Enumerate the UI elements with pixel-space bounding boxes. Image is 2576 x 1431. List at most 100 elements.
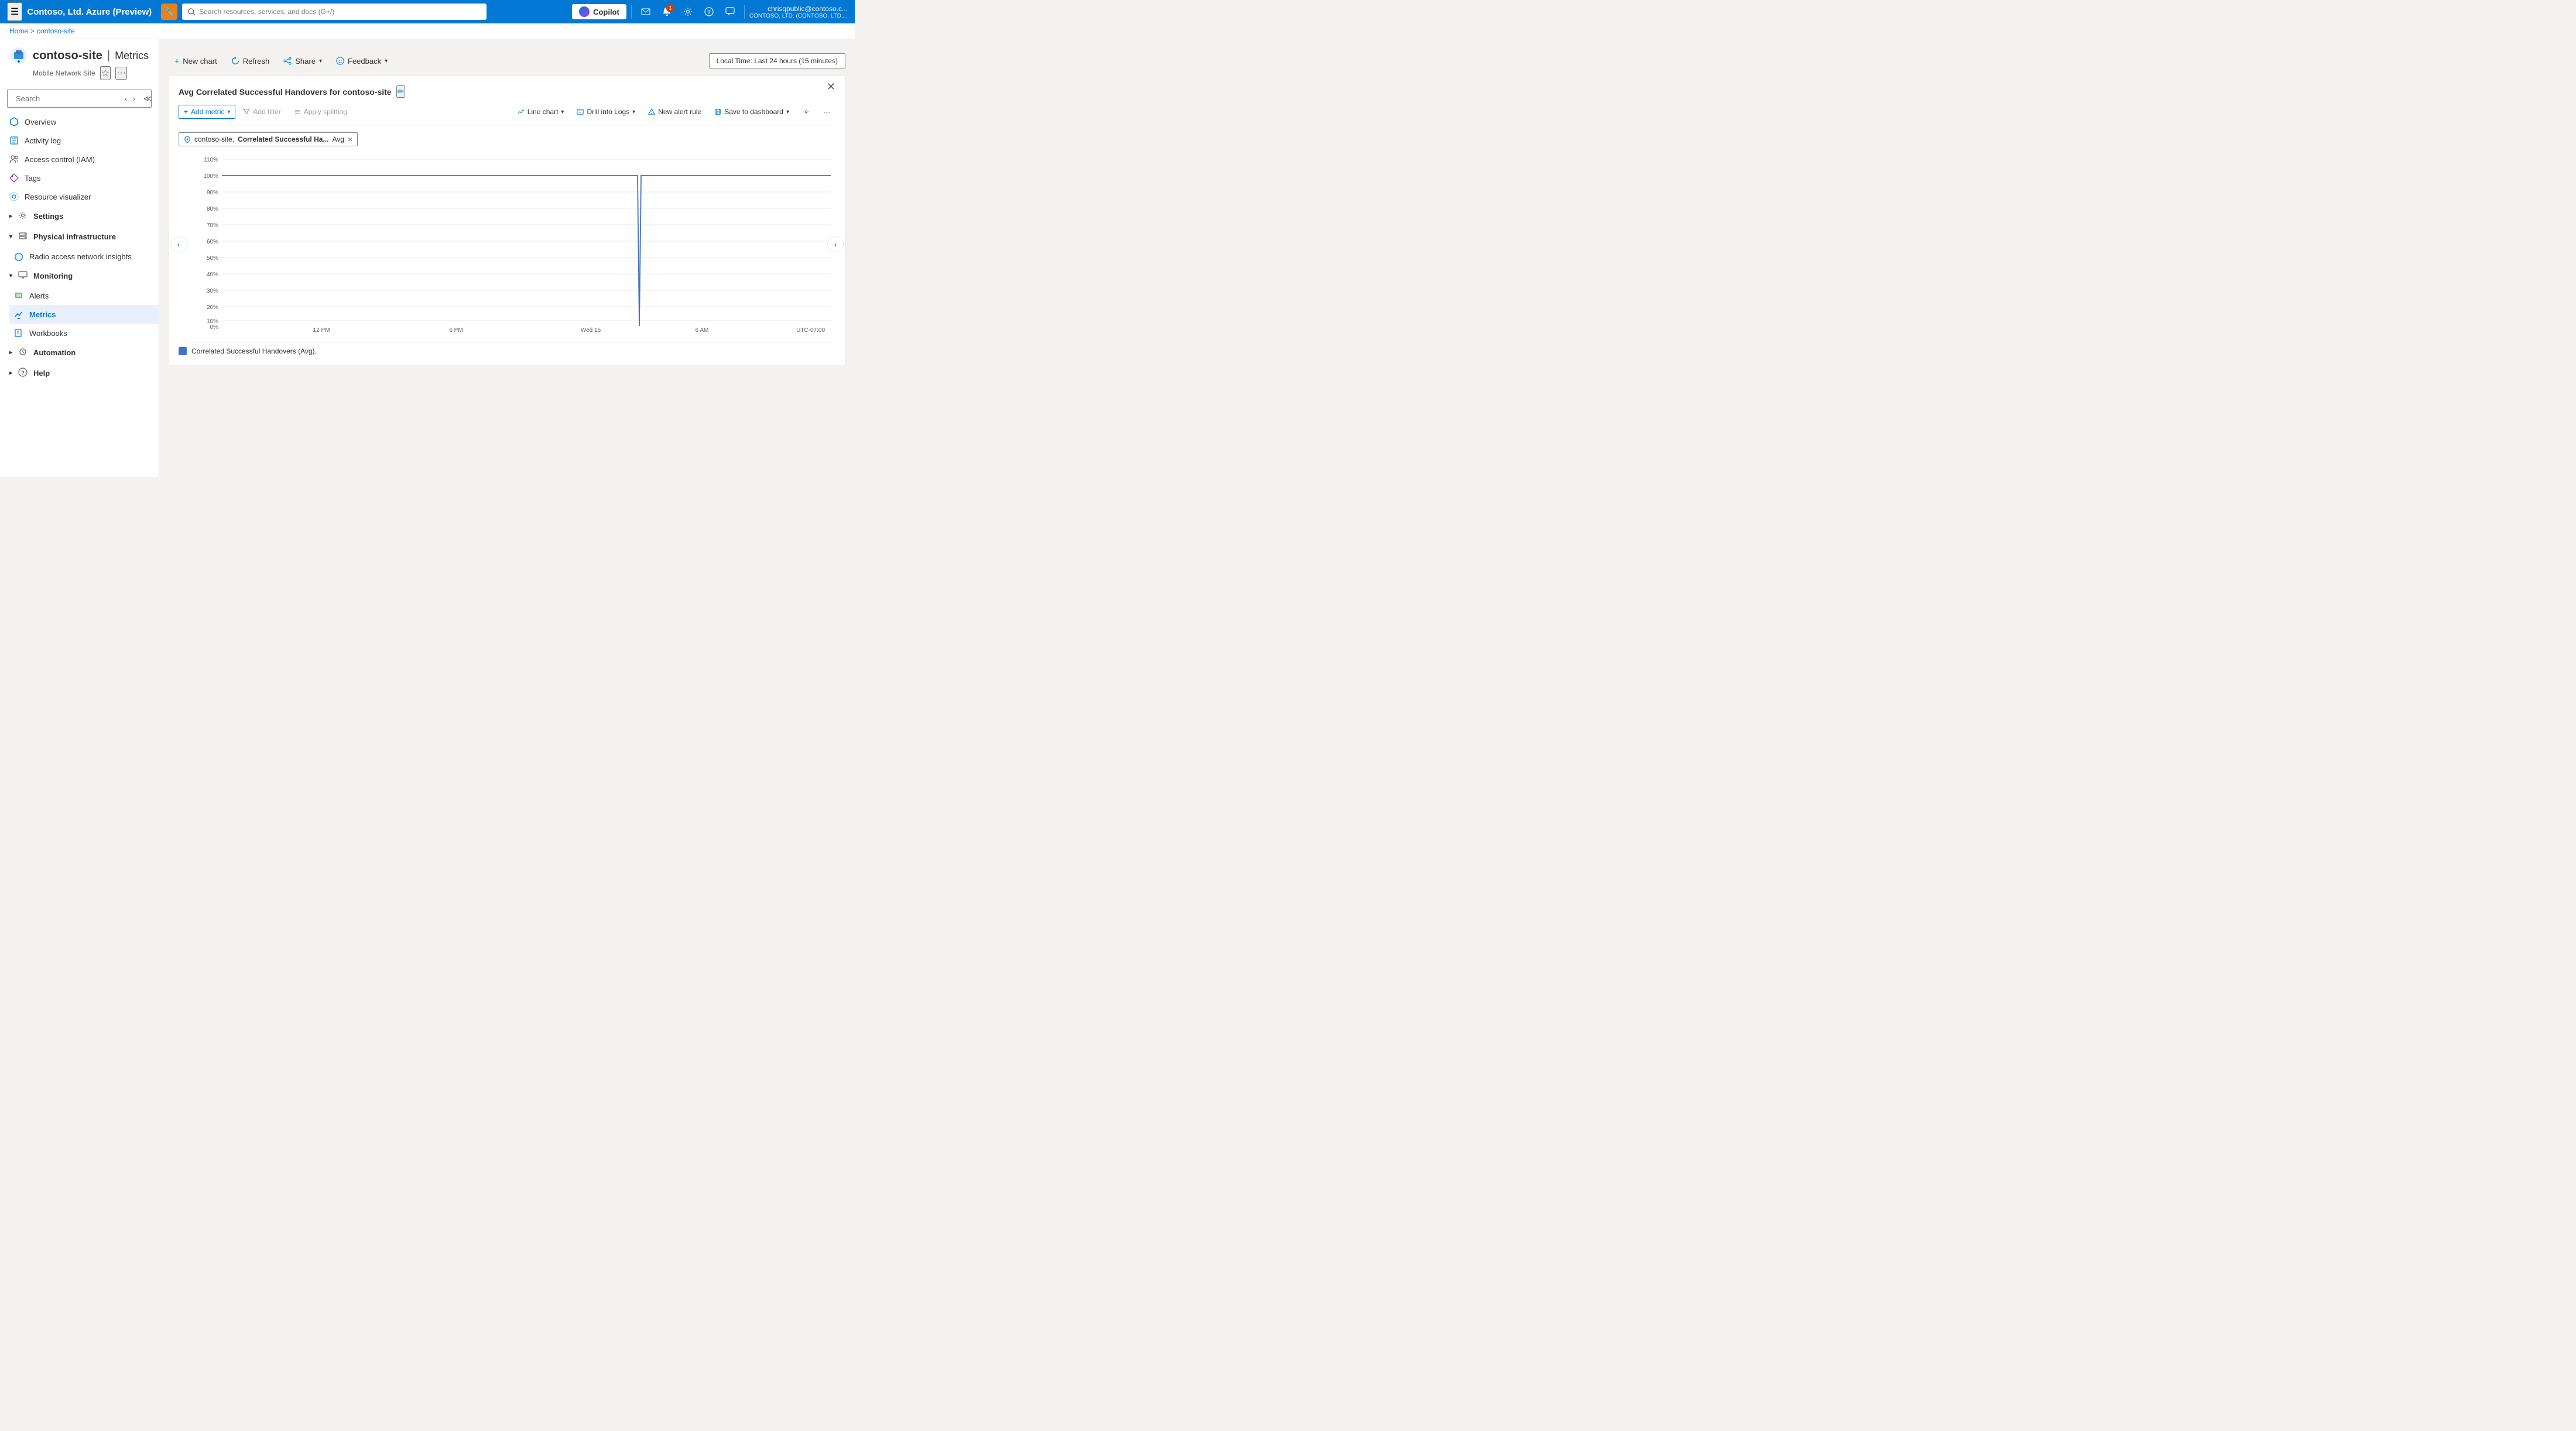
apply-splitting-label: Apply splitting	[304, 108, 347, 116]
chart-type-button[interactable]: Line chart ▾	[512, 105, 570, 119]
remove-metric-button[interactable]: ×	[348, 135, 352, 143]
help-icon-button[interactable]: ?	[700, 2, 718, 21]
breadcrumb-home[interactable]: Home	[9, 27, 28, 35]
alerts-icon	[14, 291, 23, 300]
chart-legend: Correlated Successful Handovers (Avg).	[179, 342, 835, 355]
sidebar-item-iam[interactable]: Access control (IAM)	[0, 150, 159, 169]
metric-tag-resource: contoso-site,	[194, 135, 234, 143]
svg-text:110%: 110%	[204, 157, 218, 163]
feedback-caret: ▾	[385, 58, 388, 64]
add-metric-button[interactable]: + Add metric ▾	[179, 105, 235, 119]
save-dashboard-button[interactable]: Save to dashboard ▾	[709, 105, 794, 119]
app-icon: 🔧	[161, 4, 177, 20]
monitoring-children: Alerts Metrics Workbooks	[0, 286, 159, 342]
metric-tag: contoso-site, Correlated Successful Ha..…	[179, 132, 358, 146]
add-filter-button[interactable]: Add filter	[238, 105, 286, 119]
sidebar-search-input[interactable]	[16, 94, 119, 103]
app-icon-emoji: 🔧	[164, 7, 174, 17]
global-search-input[interactable]	[199, 8, 481, 16]
refresh-button[interactable]: Refresh	[225, 54, 276, 68]
svg-text:100%: 100%	[203, 173, 218, 180]
hamburger-menu-button[interactable]: ☰	[7, 2, 22, 21]
svg-text:30%: 30%	[207, 288, 218, 294]
feedback-icon-button[interactable]	[721, 2, 739, 21]
sidebar-collapse-button[interactable]: ≪	[141, 92, 155, 105]
sidebar-header: contoso-site | Metrics Mobile Network Si…	[0, 39, 159, 85]
chart-nav-left-button[interactable]: ‹	[170, 236, 187, 252]
sidebar-item-alerts[interactable]: Alerts	[9, 286, 159, 305]
share-caret: ▾	[319, 58, 322, 64]
settings-icon-button[interactable]	[679, 2, 697, 21]
sidebar-item-resource-visualizer[interactable]: Resource visualizer	[0, 187, 159, 206]
close-panel-button[interactable]: ✕	[827, 81, 835, 93]
monitor-icon	[18, 270, 28, 280]
chart-more-button[interactable]: ···	[818, 105, 835, 119]
chart-type-label: Line chart	[527, 108, 559, 116]
sidebar-item-metrics[interactable]: Metrics	[9, 305, 159, 324]
resource-subtitle: Mobile Network Site	[33, 69, 95, 77]
new-chart-button[interactable]: + New chart	[169, 53, 223, 68]
svg-text:?: ?	[707, 9, 711, 15]
physical-nav-icon	[18, 231, 28, 242]
email-icon-button[interactable]	[636, 2, 655, 21]
tags-icon	[9, 173, 19, 183]
breadcrumb: Home > contoso-site	[0, 23, 855, 39]
sidebar-item-overview[interactable]: Overview	[0, 112, 159, 131]
log-icon	[9, 136, 19, 145]
add-metric-caret: ▾	[227, 109, 230, 115]
pin-icon	[184, 136, 191, 143]
sidebar-label-physical-infrastructure: Physical infrastructure	[33, 232, 116, 241]
chart-gear-icon	[802, 108, 810, 116]
copilot-button[interactable]: Copilot	[572, 4, 626, 19]
drill-logs-label: Drill into Logs	[587, 108, 629, 116]
sidebar-item-settings[interactable]: ▸ Settings	[0, 206, 159, 227]
sidebar-label-resource-visualizer: Resource visualizer	[25, 193, 91, 201]
server-icon	[18, 231, 28, 241]
sidebar-item-physical-infrastructure[interactable]: ▾ Physical infrastructure	[0, 227, 159, 247]
metric-tag-aggregation: Avg	[332, 135, 344, 143]
sidebar-item-tags[interactable]: Tags	[0, 169, 159, 187]
user-profile[interactable]: chrisqpublic@contoso.c... CONTOSO, LTD. …	[749, 5, 848, 19]
top-nav-bar: ☰ Contoso, Ltd. Azure (Preview) 🔧 Copilo…	[0, 0, 855, 23]
sidebar-item-activity-log[interactable]: Activity log	[0, 131, 159, 150]
global-search-box[interactable]	[182, 4, 487, 20]
automation-chevron-icon: ▸	[9, 349, 12, 356]
time-range-button[interactable]: Local Time: Last 24 hours (15 minutes)	[709, 53, 845, 68]
search-next-button[interactable]: ›	[131, 94, 138, 104]
svg-text:12 PM: 12 PM	[313, 327, 330, 334]
metric-tag-metric: Correlated Successful Ha...	[238, 135, 328, 143]
activity-log-icon	[9, 136, 19, 145]
radio-icon	[14, 252, 23, 261]
tag-icon	[9, 173, 19, 183]
search-prev-button[interactable]: ‹	[122, 94, 129, 104]
chevron-down-icon: ▾	[9, 234, 12, 240]
notifications-icon-button[interactable]: 1	[657, 2, 676, 21]
copilot-label: Copilot	[593, 8, 619, 16]
metrics-chart-icon	[14, 310, 23, 319]
feedback-button[interactable]: Feedback ▾	[330, 54, 393, 68]
smiley-icon	[336, 57, 344, 65]
share-button[interactable]: Share ▾	[278, 54, 328, 68]
notification-badge: 1	[666, 4, 674, 12]
chart-settings-button[interactable]	[797, 105, 816, 119]
people-icon	[9, 155, 19, 164]
sidebar-item-automation[interactable]: ▸ Automation	[0, 342, 159, 363]
refresh-icon	[231, 57, 239, 65]
alert-icon	[14, 291, 23, 300]
gear-nav-icon	[18, 211, 28, 220]
sidebar-item-monitoring[interactable]: ▾ Monitoring	[0, 266, 159, 286]
sidebar-item-radio-access[interactable]: Radio access network insights	[9, 247, 159, 266]
favorite-button[interactable]: ☆	[100, 66, 111, 80]
sidebar-search-box[interactable]: ‹ › ≪	[7, 90, 152, 108]
sidebar-item-workbooks[interactable]: Workbooks	[9, 324, 159, 342]
new-alert-rule-button[interactable]: New alert rule	[643, 105, 707, 119]
sidebar-item-help[interactable]: ▸ ? Help	[0, 363, 159, 383]
more-options-button[interactable]: ···	[115, 67, 127, 80]
drill-logs-button[interactable]: Drill into Logs ▾	[571, 105, 640, 119]
apply-splitting-button[interactable]: Apply splitting	[289, 105, 352, 119]
new-alert-label: New alert rule	[658, 108, 701, 116]
edit-title-button[interactable]: ✏	[396, 85, 406, 98]
chart-nav-right-button[interactable]: ›	[827, 236, 844, 252]
drill-icon	[577, 108, 584, 115]
breadcrumb-current[interactable]: contoso-site	[37, 27, 75, 35]
